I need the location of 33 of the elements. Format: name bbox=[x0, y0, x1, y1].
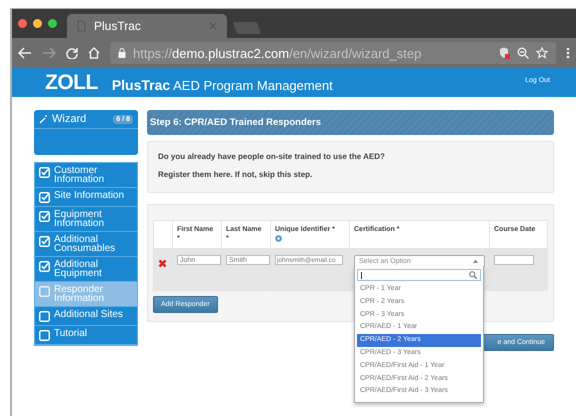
zoom-icon[interactable] bbox=[517, 47, 529, 59]
back-icon[interactable] bbox=[18, 47, 32, 59]
date-field[interactable] bbox=[494, 255, 534, 265]
menu-icon[interactable] bbox=[566, 47, 570, 59]
lock-icon bbox=[118, 48, 126, 58]
intro-text: Do you already have people on-site trained to use the AED? bbox=[158, 152, 386, 161]
url-text: https://demo.plustrac2.com/en/wizard/wizard_step bbox=[133, 46, 422, 60]
wizard-step[interactable]: Equipment Information bbox=[35, 207, 137, 232]
wizard-step[interactable]: Customer Information bbox=[35, 163, 137, 188]
wizard-step[interactable]: Additional Equipment bbox=[35, 257, 137, 282]
wizard-title: Wizard bbox=[52, 113, 86, 125]
caret-icon bbox=[473, 259, 478, 263]
browser-tab[interactable]: PlusTrac bbox=[67, 14, 227, 38]
shield-icon[interactable] bbox=[499, 47, 510, 59]
wand-icon bbox=[39, 114, 48, 124]
logo: ZOLL bbox=[45, 70, 98, 94]
address-field[interactable]: https://demo.plustrac2.com/en/wizard/wizard_step bbox=[110, 42, 556, 64]
tab-title: PlusTrac bbox=[94, 19, 142, 33]
document-icon bbox=[77, 20, 86, 32]
reload-icon[interactable] bbox=[66, 47, 78, 59]
wizard-step[interactable]: Additional Consumables bbox=[35, 232, 137, 257]
text-cursor bbox=[361, 272, 362, 278]
search-field[interactable] bbox=[357, 269, 481, 281]
star-icon[interactable] bbox=[536, 47, 548, 59]
home-icon[interactable] bbox=[88, 47, 100, 59]
search-icon bbox=[469, 271, 477, 279]
intro-text: Register them here. If not, skip this step. bbox=[158, 170, 314, 179]
delete-icon[interactable] bbox=[158, 259, 167, 268]
wizard-step[interactable]: Additional Sites bbox=[35, 307, 137, 326]
wizard-step[interactable]: Tutorial bbox=[35, 326, 137, 345]
wizard-step[interactable]: Site Information bbox=[35, 188, 137, 207]
step-title: Step 6: CPR/AED Trained Responders bbox=[147, 110, 554, 135]
app-title: PlusTrac AED Program Management bbox=[112, 77, 333, 93]
